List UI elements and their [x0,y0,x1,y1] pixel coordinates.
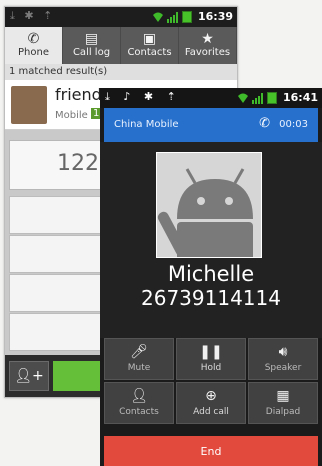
wifi-icon [237,93,248,103]
status-bar: ⤓ ♪ ✱ ⇡ 16:41 [100,88,322,108]
add-call-icon: ⊕ [205,388,217,404]
tab-phone[interactable]: ✆ Phone [5,27,63,64]
status-time: 16:41 [282,91,318,104]
caller-photo [156,152,262,258]
caller-number: 26739114114 [141,286,281,310]
mute-button[interactable]: 🎤︎ Mute [104,338,174,380]
signal-icon [251,92,263,104]
mute-icon: 🎤︎ [130,344,148,360]
contacts-icon: ▣ [142,31,157,47]
in-call-actions: 🎤︎ Mute ❚❚ Hold 🔊︎ Speaker 👤︎ Contacts ⊕… [104,338,318,424]
matched-results-text: 1 matched result(s) [5,64,237,80]
battery-icon [266,91,277,104]
speaker-icon: 🔊︎ [278,344,288,360]
tab-favorites[interactable]: ★ Favorites [179,27,237,64]
add-contact-icon: 👤︎+ [14,368,44,384]
end-call-button[interactable]: End [104,436,318,466]
dialer-tabs: ✆ Phone ▤ Call log ▣ Contacts ★ Favorite… [5,27,237,64]
contact-name: friend [55,85,102,104]
status-bar: ⤓ ✱ ⇡ 16:39 [5,7,237,27]
tab-label: Phone [18,47,49,58]
contacts-icon: 👤︎ [130,388,148,404]
tab-label: Contacts [127,47,172,58]
phone-icon: ✆ [27,31,40,47]
dialpad-button[interactable]: ▦ Dialpad [248,382,318,424]
phone-icon: ✆ [259,116,270,131]
contact-number-type: Mobile [55,110,88,121]
wifi-icon [152,12,163,22]
status-time: 16:39 [197,10,233,23]
log-icon: ▤ [84,31,99,47]
notification-icons: ⤓ ♪ ✱ ⇡ [105,90,181,103]
star-icon: ★ [201,31,214,47]
tab-label: Call log [72,47,111,58]
android-robot-icon [157,153,261,257]
signal-icon [166,11,178,23]
caller-info: Michelle 26739114114 [100,142,322,338]
tab-label: Favorites [184,47,231,58]
call-timer: 00:03 [279,119,308,130]
pause-icon: ❚❚ [199,344,223,360]
dialpad-icon: ▦ [276,388,290,404]
add-call-button[interactable]: ⊕ Add call [176,382,246,424]
add-contact-button[interactable]: 👤︎+ [9,361,49,391]
contacts-button[interactable]: 👤︎ Contacts [104,382,174,424]
avatar [11,86,47,124]
in-call-screen: ⤓ ♪ ✱ ⇡ 16:41 China Mobile ✆ 00:03 Miche… [100,88,322,466]
hold-button[interactable]: ❚❚ Hold [176,338,246,380]
carrier-name: China Mobile [114,119,179,130]
tab-call-log[interactable]: ▤ Call log [63,27,121,64]
speaker-button[interactable]: 🔊︎ Speaker [248,338,318,380]
caller-name: Michelle [167,262,255,286]
notification-icons: ⤓ ✱ ⇡ [10,9,56,22]
tab-contacts[interactable]: ▣ Contacts [121,27,179,64]
battery-icon [181,10,192,23]
call-header: China Mobile ✆ 00:03 [104,108,318,142]
